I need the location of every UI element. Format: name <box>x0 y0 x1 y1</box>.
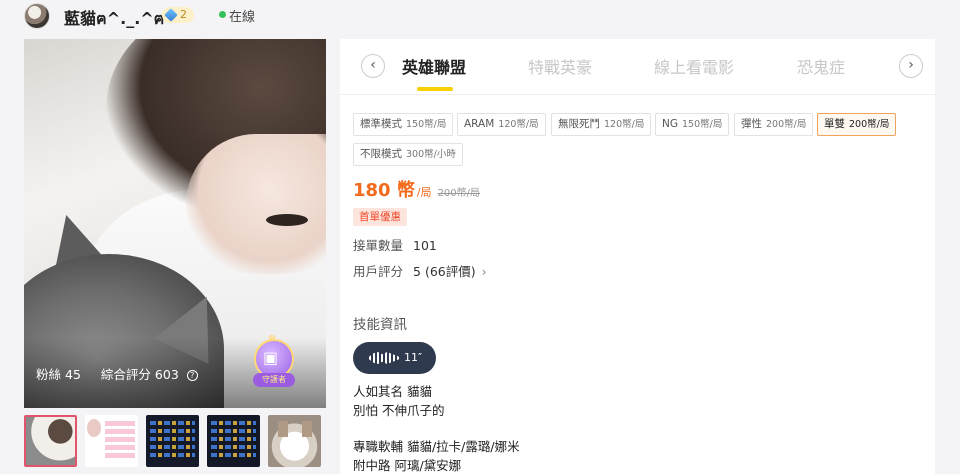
mode-option[interactable]: 彈性 200幣/局 <box>734 113 814 136</box>
mode-option[interactable]: NG 150幣/局 <box>655 113 730 136</box>
thumb-row <box>150 453 195 457</box>
mode-price: 150幣/局 <box>406 119 447 130</box>
thumb-row <box>150 429 195 433</box>
price-row: 180 幣/局 200幣/局 <box>353 176 480 202</box>
thumb-row <box>211 421 256 425</box>
promo-badge: 首單優惠 <box>353 208 407 226</box>
mode-price: 120幣/局 <box>498 119 539 130</box>
mode-name: 單雙 <box>824 118 845 130</box>
guardian-badge[interactable]: ♛ ▣ 守護者 <box>247 333 301 389</box>
orders-label: 接單數量 <box>353 238 404 253</box>
chevron-right-icon[interactable]: › <box>899 54 923 78</box>
bio-line: 專職軟輔 貓貓/拉卡/露璐/娜米 <box>353 439 520 454</box>
mode-price: 300幣/小時 <box>406 149 456 160</box>
fans-count: 45 <box>65 367 81 382</box>
mode-name: ARAM <box>464 118 495 130</box>
price-unit: /局 <box>416 186 432 199</box>
thumb-menu <box>105 421 135 461</box>
mode-option[interactable]: 不限模式 300幣/小時 <box>353 143 463 166</box>
thumb-portrait <box>87 419 101 437</box>
avatar[interactable] <box>24 3 50 29</box>
photo-stats: 粉絲 45 綜合評分 603 ? <box>36 364 202 383</box>
bio-line: 別怕 不伸爪子的 <box>353 403 445 418</box>
thumb-row <box>211 437 256 441</box>
thumbnail-4[interactable] <box>207 415 260 467</box>
thumbnail-2[interactable] <box>85 415 138 467</box>
tab-league-of-legends[interactable]: 英雄聯盟 <box>402 54 466 78</box>
tab-phasmophobia[interactable]: 恐鬼症 <box>797 54 845 78</box>
online-status-dot <box>219 11 226 18</box>
photo-eye <box>266 214 308 226</box>
mode-name: 無限死鬥 <box>558 118 600 130</box>
nickname: 藍貓ฅ^._.^ฅ <box>64 9 165 28</box>
score-value: 603 <box>154 367 179 382</box>
fans-label: 粉絲 <box>36 367 62 382</box>
mode-name: 標準模式 <box>360 118 402 130</box>
thumb-row <box>150 437 195 441</box>
sofa-icon: ▣ <box>263 348 279 367</box>
rating-value: 5 (66評價) <box>413 264 476 279</box>
skills-title: 技能資訊 <box>353 317 407 333</box>
thumb-row <box>211 445 256 449</box>
profile-header: 藍貓ฅ^._.^ฅ 2 在線 <box>0 0 960 32</box>
thumbnail-strip <box>24 415 326 467</box>
level-badge: 2 <box>162 7 194 23</box>
thumb-row <box>211 429 256 433</box>
chevron-left-icon[interactable]: ‹ <box>361 54 385 78</box>
thumbnail-5[interactable] <box>268 415 321 467</box>
thumbnail-3[interactable] <box>146 415 199 467</box>
mode-option-selected[interactable]: 單雙 200幣/局 <box>817 113 897 136</box>
mode-option[interactable]: 標準模式 150幣/局 <box>353 113 454 136</box>
current-price: 180 幣 <box>353 180 415 201</box>
active-tab-indicator <box>417 87 453 91</box>
mode-price: 200幣/局 <box>849 119 890 130</box>
voice-duration: 11″ <box>404 351 423 364</box>
mode-option[interactable]: ARAM 120幣/局 <box>457 113 546 136</box>
thumb-row <box>211 453 256 457</box>
rating-row[interactable]: 用戶評分 5 (66評價) › <box>353 261 487 280</box>
orders-row: 接單數量 101 <box>353 235 437 254</box>
orders-value: 101 <box>413 238 437 253</box>
thumb-cat-ears <box>278 421 312 437</box>
mode-price: 150幣/局 <box>682 119 723 130</box>
online-status-text: 在線 <box>229 10 256 25</box>
diamond-icon <box>164 8 178 22</box>
thumbnail-1[interactable] <box>24 415 77 467</box>
game-tabs: ‹ 英雄聯盟 特戰英豪 線上看電影 恐鬼症 › <box>340 39 935 95</box>
mode-name: 彈性 <box>741 118 762 130</box>
bio-line: 人如其名 貓貓 <box>353 384 432 399</box>
mode-name: 不限模式 <box>360 148 402 160</box>
help-icon[interactable]: ? <box>186 370 198 381</box>
bio-line: 附中路 阿璃/黛安娜 <box>353 458 462 473</box>
mode-price: 120幣/局 <box>604 119 645 130</box>
thumb-row <box>150 421 195 425</box>
tab-valorant[interactable]: 特戰英豪 <box>528 54 592 78</box>
chevron-right-icon[interactable]: › <box>482 264 487 279</box>
mode-name: NG <box>662 118 678 130</box>
tab-watch-movie[interactable]: 線上看電影 <box>654 54 734 78</box>
voice-intro-button[interactable]: 11″ <box>353 342 436 374</box>
level-value: 2 <box>180 8 187 21</box>
rating-label: 用戶評分 <box>353 264 404 279</box>
mode-option[interactable]: 無限死鬥 120幣/局 <box>551 113 652 136</box>
thumb-row <box>150 445 195 449</box>
guardian-label: 守護者 <box>253 373 295 387</box>
soundwave-icon <box>369 352 399 364</box>
service-panel: ‹ 英雄聯盟 特戰英豪 線上看電影 恐鬼症 › 標準模式 150幣/局 ARAM 1… <box>340 39 935 474</box>
original-price: 200幣/局 <box>437 188 481 199</box>
score-label: 綜合評分 <box>100 367 151 382</box>
photo-face <box>186 134 326 274</box>
mode-price: 200幣/局 <box>766 119 807 130</box>
